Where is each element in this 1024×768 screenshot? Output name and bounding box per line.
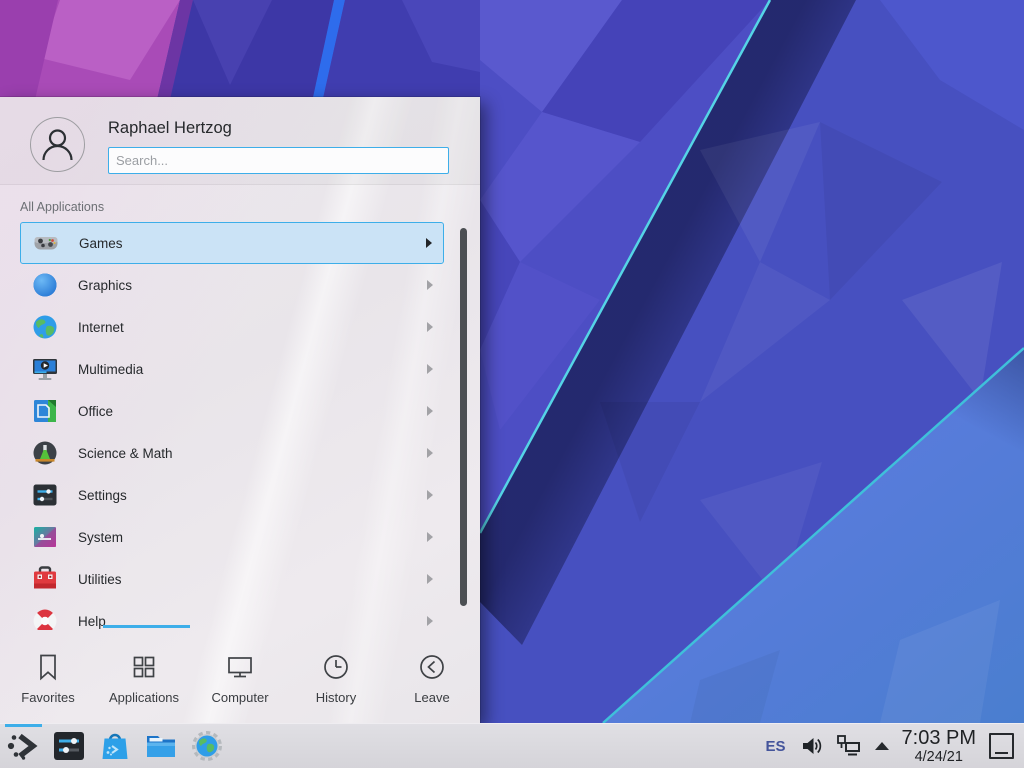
list-scrollbar[interactable] <box>460 228 467 606</box>
monitor-icon <box>224 651 256 683</box>
app-label: Games <box>79 236 123 251</box>
network-icon[interactable] <box>836 734 862 758</box>
app-item-graphics[interactable]: Graphics <box>20 264 444 306</box>
globe-icon <box>32 314 58 340</box>
taskbar-panel: ES 7:03 PM 4/24/21 <box>0 723 1024 768</box>
document-icon <box>32 398 58 424</box>
desktop: Raphael Hertzog All Applications Games <box>0 0 1024 768</box>
tab-applications[interactable]: Applications <box>96 632 192 723</box>
app-label: Utilities <box>78 572 122 587</box>
submenu-arrow-icon <box>427 490 433 500</box>
app-item-system[interactable]: System <box>20 516 444 558</box>
app-label: Settings <box>78 488 127 503</box>
app-label: Science & Math <box>78 446 173 461</box>
application-launcher-menu: Raphael Hertzog All Applications Games <box>0 97 480 723</box>
scroll-position-indicator <box>103 625 190 628</box>
application-launcher-button[interactable] <box>5 728 41 764</box>
submenu-arrow-icon <box>427 532 433 542</box>
app-item-office[interactable]: Office <box>20 390 444 432</box>
tab-label: Leave <box>414 690 449 705</box>
app-item-internet[interactable]: Internet <box>20 306 444 348</box>
taskbar-icons <box>5 724 225 768</box>
section-label: All Applications <box>20 200 104 214</box>
system-tray: ES 7:03 PM 4/24/21 <box>766 724 1015 768</box>
sphere-icon <box>32 272 58 298</box>
tray-expander-icon[interactable] <box>875 742 889 750</box>
tab-leave[interactable]: Leave <box>384 632 480 723</box>
app-label: System <box>78 530 123 545</box>
app-item-settings[interactable]: Settings <box>20 474 444 516</box>
lifebuoy-icon <box>32 608 58 630</box>
discover-button[interactable] <box>97 728 133 764</box>
search-input[interactable] <box>108 147 449 174</box>
tab-label: Applications <box>109 690 179 705</box>
app-item-multimedia[interactable]: Multimedia <box>20 348 444 390</box>
system-settings-button[interactable] <box>51 728 87 764</box>
user-avatar[interactable] <box>30 117 85 172</box>
submenu-arrow-icon <box>427 406 433 416</box>
app-item-science-math[interactable]: Science & Math <box>20 432 444 474</box>
user-icon <box>31 118 84 171</box>
show-desktop-button[interactable] <box>989 733 1014 759</box>
app-item-games[interactable]: Games <box>20 222 444 264</box>
app-category-list: Games Graphics <box>20 222 444 630</box>
tab-label: Computer <box>211 690 268 705</box>
clock-icon <box>320 651 352 683</box>
app-label: Multimedia <box>78 362 143 377</box>
sliders-icon <box>32 482 58 508</box>
flask-icon <box>32 440 58 466</box>
folder-icon <box>143 728 179 764</box>
toolbox-icon <box>32 566 58 592</box>
app-label: Graphics <box>78 278 132 293</box>
app-label: Internet <box>78 320 124 335</box>
browser-globe-icon <box>189 728 225 764</box>
grid-icon <box>128 651 160 683</box>
tab-history[interactable]: History <box>288 632 384 723</box>
tab-computer[interactable]: Computer <box>192 632 288 723</box>
keyboard-layout-indicator[interactable]: ES <box>766 738 786 755</box>
bookmark-icon <box>32 651 64 683</box>
app-label: Help <box>78 614 106 629</box>
system-settings-icon <box>51 728 87 764</box>
submenu-arrow-icon <box>427 322 433 332</box>
app-item-help[interactable]: Help <box>20 600 444 630</box>
submenu-arrow-icon <box>427 448 433 458</box>
submenu-arrow-icon <box>426 238 432 248</box>
app-label: Office <box>78 404 113 419</box>
tab-favorites[interactable]: Favorites <box>0 632 96 723</box>
file-manager-button[interactable] <box>143 728 179 764</box>
system-sliders-icon <box>32 524 58 550</box>
app-item-utilities[interactable]: Utilities <box>20 558 444 600</box>
tab-label: Favorites <box>21 690 74 705</box>
tab-label: History <box>316 690 356 705</box>
volume-icon[interactable] <box>799 734 823 758</box>
media-player-icon <box>32 356 58 382</box>
submenu-arrow-icon <box>427 364 433 374</box>
web-browser-button[interactable] <box>189 728 225 764</box>
menu-header: Raphael Hertzog <box>0 97 480 185</box>
menu-tab-bar: Favorites Applications Computer <box>0 632 480 723</box>
kde-launcher-icon <box>5 728 41 764</box>
leave-icon <box>416 651 448 683</box>
submenu-arrow-icon <box>427 616 433 626</box>
submenu-arrow-icon <box>427 280 433 290</box>
digital-clock[interactable]: 7:03 PM 4/24/21 <box>902 728 976 765</box>
submenu-arrow-icon <box>427 574 433 584</box>
gamepad-icon <box>33 230 59 256</box>
discover-icon <box>97 728 133 764</box>
clock-date: 4/24/21 <box>915 750 963 765</box>
clock-time: 7:03 PM <box>902 728 976 748</box>
user-name: Raphael Hertzog <box>108 119 232 138</box>
